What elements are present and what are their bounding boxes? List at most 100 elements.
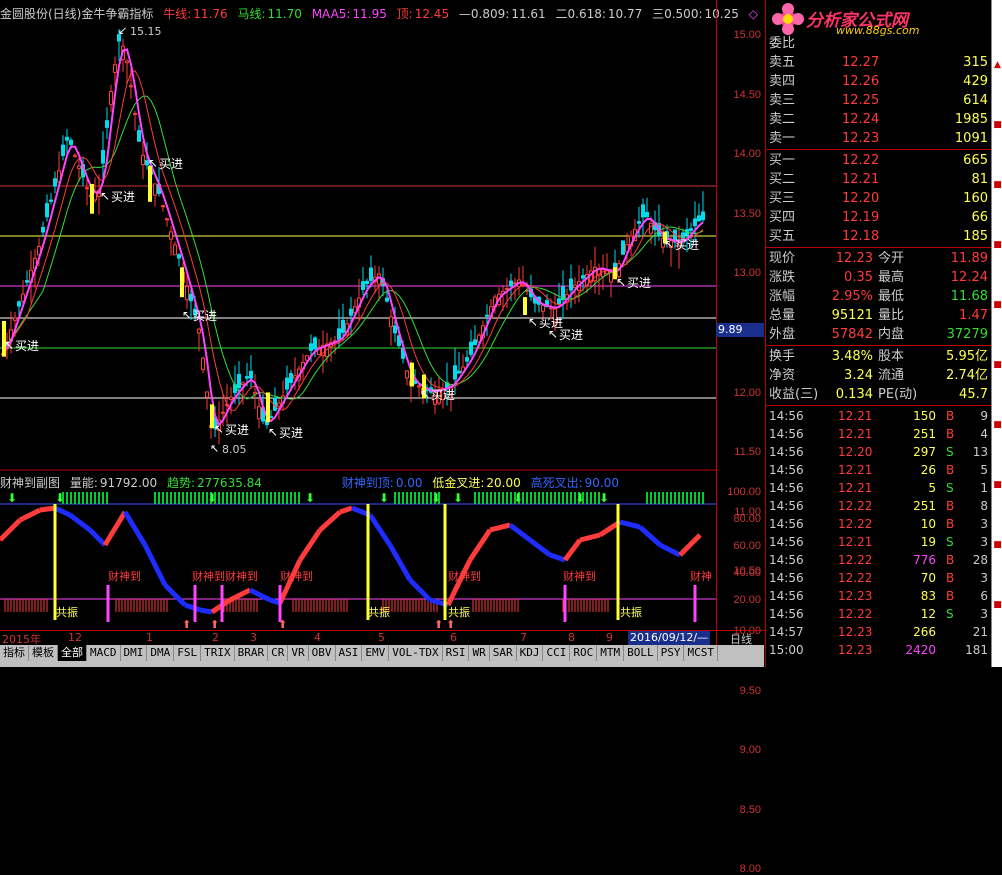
tab-cr[interactable]: CR [268, 645, 289, 661]
ding-label: 顶: [396, 7, 413, 21]
date-label: 5 [378, 631, 385, 644]
ask-row[interactable]: 卖二 12.24 1985 [766, 110, 991, 129]
candle-body [53, 178, 57, 187]
tab-trix[interactable]: TRIX [201, 645, 235, 661]
ind-green-tick [202, 492, 204, 504]
candle-body [349, 308, 353, 316]
candle-body [173, 244, 177, 256]
tab-macd[interactable]: MACD [87, 645, 121, 661]
ind-curve-segment [528, 538, 552, 557]
candle-body [141, 154, 145, 166]
bid-row[interactable]: 买四 12.19 66 [766, 208, 991, 227]
tick-count: 3 [980, 571, 988, 585]
tab-cci[interactable]: CCI [543, 645, 571, 661]
tab-mcst[interactable]: MCST [684, 645, 718, 661]
date-label: 8 [568, 631, 575, 644]
tab-wr[interactable]: WR [469, 645, 490, 661]
candle-body [621, 240, 625, 255]
ind-curve-segment [549, 552, 566, 563]
toolbar-icon-9[interactable]: ■ [992, 540, 1002, 552]
bid-row[interactable]: 买一 12.22 665 [766, 151, 991, 170]
ind-green-tick [686, 492, 688, 504]
stat2-value-2: 45.7 [959, 387, 988, 402]
candle-body [641, 204, 645, 218]
price-tick: 14.00 [733, 148, 761, 161]
bid-price: 12.20 [842, 191, 880, 206]
current-price-tag: 9.89 [716, 323, 764, 337]
buy-signal-bar [266, 392, 270, 423]
candle-body [105, 120, 109, 128]
ask-row[interactable]: 卖一 12.23 1091 [766, 129, 991, 148]
kline-chart-area[interactable]: ↖ 买进 ↖ 买进 ↖ 买进 ↖ 买进 ↖ 买进 ↖ 买进 ↖ 买进 ↖ 买进 ↖ 买进 ↖ 买进 ↖ 买进 ↙ 15.15 ↖… [0, 0, 779, 630]
stat2-label-2: 流通 [878, 368, 905, 383]
ask-row[interactable]: 卖四 12.26 429 [766, 72, 991, 91]
ind-green-tick [702, 492, 704, 504]
buy-arrow-icon: ↖ [182, 308, 192, 322]
ask-row[interactable]: 卖五 12.27 315 [766, 53, 991, 72]
tab-sar[interactable]: SAR [490, 645, 517, 661]
tick-time: 14:56 [769, 589, 804, 603]
ind-green-tick [174, 492, 176, 504]
toolbar-icon-2[interactable]: ■ [992, 120, 1002, 132]
tab-mtm[interactable]: MTM [597, 645, 625, 661]
candle-body [113, 64, 117, 73]
tab-全部[interactable]: 全部 [58, 645, 87, 661]
ind-green-tick [226, 492, 228, 504]
toolbar-icon-5[interactable]: ■ [992, 300, 1002, 312]
bid-row[interactable]: 买二 12.21 81 [766, 170, 991, 189]
toolbar-icon-1[interactable]: ▲ [992, 60, 1002, 72]
tab-roc[interactable]: ROC [570, 645, 598, 661]
tick-side: B [946, 409, 955, 423]
stat-value: 2.95% [831, 289, 873, 304]
buy-label: 买进 [559, 328, 583, 342]
tab-vol-tdx[interactable]: VOL-TDX [389, 645, 443, 661]
niuxian-label: 牛线: [163, 7, 192, 21]
tab-vr[interactable]: VR [288, 645, 309, 661]
candle-body [509, 280, 513, 287]
bid-row[interactable]: 买五 12.18 185 [766, 227, 991, 246]
stat2-row: 收益(三) 0.134 PE(动) 45.7 [766, 385, 991, 404]
tick-time: 14:56 [769, 517, 804, 531]
ind-green-tick [74, 492, 76, 504]
tab-rsi[interactable]: RSI [443, 645, 470, 661]
toolbar-icon-3[interactable]: ■ [992, 180, 1002, 192]
candle-body [393, 325, 397, 334]
tab-dmi[interactable]: DMI [121, 645, 148, 661]
fib2-label: 二0.618: [555, 7, 606, 21]
tick-row: 14:57 12.23 266 21 [766, 623, 991, 641]
ask-label: 卖三 [769, 93, 796, 108]
tab-asi[interactable]: ASI [336, 645, 363, 661]
ask-row[interactable]: 卖三 12.25 614 [766, 91, 991, 110]
tick-volume: 297 [913, 445, 936, 459]
tab-emv[interactable]: EMV [362, 645, 390, 661]
toolbar-icon-10[interactable]: ■ [992, 600, 1002, 612]
tick-volume: 10 [920, 517, 936, 531]
stat2-label-2: PE(动) [878, 387, 918, 402]
tab-brar[interactable]: BRAR [235, 645, 269, 661]
tab-boll[interactable]: BOLL [624, 645, 658, 661]
toolbar-icon-4[interactable]: ■ [992, 240, 1002, 252]
tab-dma[interactable]: DMA [147, 645, 175, 661]
ind-green-tick [246, 492, 248, 504]
kline-chart-svg[interactable]: ↖ 买进↖ 买进↖ 买进↖ 买进↖ 买进 ↖ 买进↖ 买进↖ 买进↖ 买进↖ 买进↖ 买进↙ 15.15↖… [0, 0, 716, 630]
tab-psy[interactable]: PSY [658, 645, 685, 661]
ind-green-tick [154, 492, 156, 504]
tick-row: 14:56 12.22 10 B 3 [766, 515, 991, 533]
tick-volume: 251 [913, 499, 936, 513]
toolbar-icon-6[interactable]: ■ [992, 360, 1002, 372]
tick-count: 13 [972, 445, 988, 459]
caishen-label: 财神到 [280, 569, 313, 583]
toolbar-icon-7[interactable]: ■ [992, 420, 1002, 432]
ind-curve-segment [142, 543, 168, 587]
toolbar-icon-8[interactable]: ■ [992, 480, 1002, 492]
tab-模板[interactable]: 模板 [29, 645, 58, 661]
bid-row[interactable]: 买三 12.20 160 [766, 189, 991, 208]
ind-green-tick [298, 492, 300, 504]
bid-volume: 81 [971, 172, 988, 187]
tab-fsl[interactable]: FSL [174, 645, 202, 661]
magenta-ma-line [2, 48, 704, 427]
tab-kdj[interactable]: KDJ [517, 645, 544, 661]
tab-obv[interactable]: OBV [309, 645, 336, 661]
tab-指标[interactable]: 指标 [0, 645, 29, 661]
period-label[interactable]: 日线 [716, 630, 765, 646]
